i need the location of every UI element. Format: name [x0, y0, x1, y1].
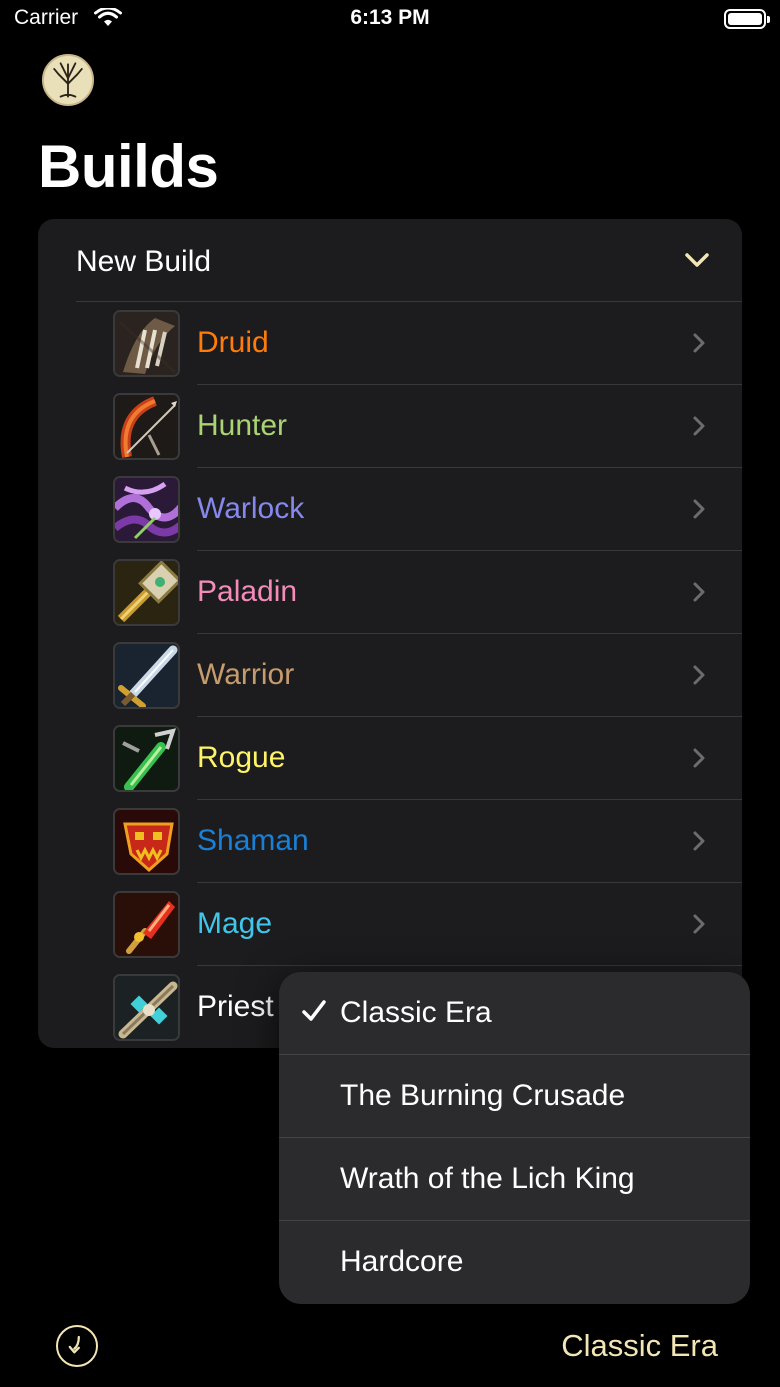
menu-item-the-burning-crusade[interactable]: The Burning Crusade	[279, 1055, 750, 1138]
chevron-down-icon	[685, 253, 709, 267]
page-title: Builds	[38, 133, 219, 200]
menu-item-label: Hardcore	[340, 1245, 464, 1278]
app-logo[interactable]	[42, 54, 94, 106]
class-name-paladin: Paladin	[197, 575, 298, 608]
class-row-shaman[interactable]: Shaman	[38, 800, 742, 883]
priest-class-icon	[113, 974, 180, 1041]
hunter-class-icon	[113, 393, 180, 460]
chevron-right-icon	[693, 748, 705, 768]
class-row-druid[interactable]: Druid	[38, 302, 742, 385]
tree-icon	[53, 62, 83, 98]
menu-item-wrath-of-the-lich-king[interactable]: Wrath of the Lich King	[279, 1138, 750, 1221]
arrow-down-circle-icon	[68, 1335, 80, 1354]
rogue-class-icon	[113, 725, 180, 792]
class-row-warlock[interactable]: Warlock	[38, 468, 742, 551]
battery-icon	[724, 9, 770, 29]
chevron-right-icon	[693, 416, 705, 436]
new-build-header[interactable]: New Build	[38, 219, 742, 302]
class-name-priest: Priest	[197, 990, 274, 1023]
new-build-section: New Build Druid Hunter Warlock Paladin W…	[38, 219, 742, 1048]
menu-item-label: The Burning Crusade	[340, 1079, 626, 1112]
menu-item-hardcore[interactable]: Hardcore	[279, 1221, 750, 1304]
class-row-mage[interactable]: Mage	[38, 883, 742, 966]
class-name-shaman: Shaman	[197, 824, 309, 857]
class-name-rogue: Rogue	[197, 741, 286, 774]
section-header-label: New Build	[76, 245, 212, 278]
status-bar: Carrier 6:13 PM	[0, 0, 780, 40]
class-name-mage: Mage	[197, 907, 273, 940]
status-time: 6:13 PM	[350, 6, 430, 29]
chevron-right-icon	[693, 831, 705, 851]
chevron-right-icon	[693, 333, 705, 353]
class-row-hunter[interactable]: Hunter	[38, 385, 742, 468]
class-name-warlock: Warlock	[197, 492, 305, 525]
class-name-druid: Druid	[197, 326, 269, 359]
checkmark-icon	[302, 1000, 326, 1021]
menu-item-classic-era[interactable]: Classic Era	[279, 972, 750, 1055]
chevron-right-icon	[693, 499, 705, 519]
class-row-warrior[interactable]: Warrior	[38, 634, 742, 717]
warrior-class-icon	[113, 642, 180, 709]
import-build-button[interactable]	[56, 1325, 98, 1367]
menu-item-label: Wrath of the Lich King	[340, 1162, 635, 1195]
game-version-menu: Classic Era The Burning Crusade Wrath of…	[279, 972, 750, 1304]
game-version-button[interactable]: Classic Era	[561, 1328, 718, 1364]
warlock-class-icon	[113, 476, 180, 543]
chevron-right-icon	[693, 914, 705, 934]
chevron-right-icon	[693, 582, 705, 602]
paladin-class-icon	[113, 559, 180, 626]
class-name-hunter: Hunter	[197, 409, 288, 442]
mage-class-icon	[113, 891, 180, 958]
shaman-class-icon	[113, 808, 180, 875]
class-row-paladin[interactable]: Paladin	[38, 551, 742, 634]
chevron-right-icon	[693, 665, 705, 685]
class-row-rogue[interactable]: Rogue	[38, 717, 742, 800]
druid-class-icon	[113, 310, 180, 377]
class-name-warrior: Warrior	[197, 658, 295, 691]
menu-item-label: Classic Era	[340, 996, 492, 1029]
